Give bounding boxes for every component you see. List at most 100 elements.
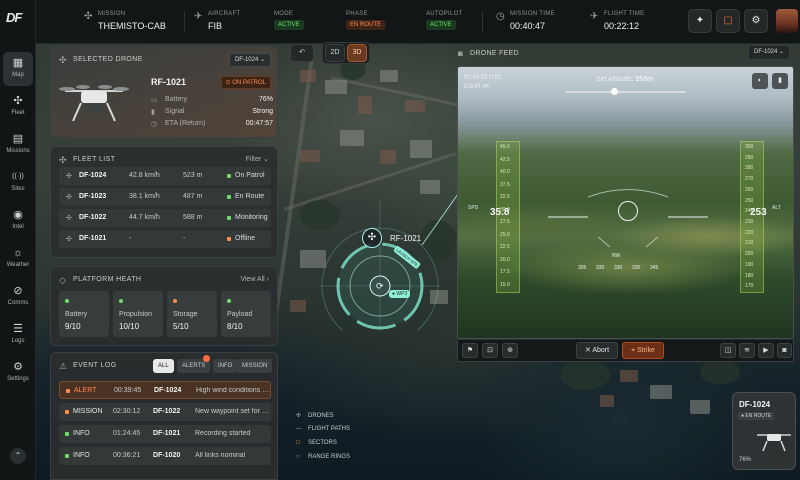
battery-icon: ▭ [151,97,158,104]
drone-icon: ✣ [59,155,67,165]
flag-icon: ⚑ [466,347,474,354]
metric-payload[interactable]: Payload 8/10 [221,291,271,337]
feed-toolbar: ⚑ ⊡ ⊕ ✕ Abort ⌖ Strike ◫ ≋ ▶ ◙ [457,340,794,362]
status-dot [173,299,177,303]
drone-icon: ✣ [66,236,72,243]
metric-storage[interactable]: Storage 5/10 [167,291,217,337]
list-item[interactable]: ALERT 00:39:45 DF-1024 High wind conditi… [59,381,271,399]
table-row[interactable]: ✣ DF-1024 42.8 km/h 523 m On Patrol [59,167,271,185]
circle-icon: ○ [296,454,300,460]
signal-icon: ▮ [151,109,155,116]
diamond-icon: ◇ [59,275,66,285]
metric-propulsion[interactable]: Propulsion 10/10 [113,291,163,337]
sparkle-icon: ✦ [695,15,705,26]
eta-row: ◷ ETA (Return) 00:47:57 [151,120,273,128]
drone-image [757,434,791,452]
compass-icon: ⊘ [13,285,23,297]
drone-marker[interactable]: ✣ [362,228,382,248]
sidebar-item-settings[interactable]: ⚙ Settings [3,356,33,390]
thermal-button[interactable]: ≋ [739,343,755,358]
tape-tick-label: 45.0 [500,144,510,150]
notification-dot [203,355,210,362]
abort-button[interactable]: ✕ Abort [576,342,618,359]
metric-battery[interactable]: Battery 9/10 [59,291,109,337]
view-2d-button[interactable]: 2D [325,44,345,62]
list-item[interactable]: INFO 00:36:21 DF-1020 All links nominal [59,447,271,465]
drone-icon: ✣ [66,194,72,201]
alerts-button[interactable]: ▢ [716,9,740,33]
list-item[interactable]: INFO 01:24:45 DF-1021 Recording started [59,425,271,443]
sidebar-item-weather[interactable]: ☼ Weather [3,242,33,276]
avatar[interactable] [776,9,798,33]
capture-button[interactable]: ⊡ [482,343,498,358]
status-dot [66,389,70,393]
feed-drone-dropdown[interactable]: DF-1024 ⌄ [748,45,791,60]
app-logo[interactable]: DF [6,10,22,25]
drone-image [59,85,129,122]
tab-all[interactable]: ALL [153,359,174,373]
mode-badge: ACTIVE [274,20,304,30]
heading-tick-label: 345 [650,265,659,271]
chevron-up-icon: ⌃ [14,451,22,460]
add-marker-button[interactable]: ⊕ [502,343,518,358]
drone-name: RF-1021 [151,77,187,87]
altitude-label: ALT [772,205,781,211]
signal-row: ▮ Signal Strong [151,108,273,116]
ai-assist-button[interactable]: ✦ [688,9,712,33]
snapshot-button[interactable]: ◙ [777,343,792,358]
split-view-button[interactable]: ◫ [720,343,736,358]
sidebar-item-intel[interactable]: ◉ Intel [3,204,33,238]
waypoint-badge[interactable]: ● WP3 [389,290,411,298]
tab-mission[interactable]: MISSION [237,359,273,373]
collapse-sidebar-button[interactable]: ⌃ [10,448,26,464]
toggle-overlay-button[interactable]: ◐ [752,73,768,89]
tape-tick-label: 20.0 [500,256,510,263]
list-item[interactable]: MISSION 02:30:12 DF-1022 New waypoint se… [59,403,271,421]
chevron-down-icon: ⌄ [259,57,265,63]
altitude-slider-thumb[interactable] [611,88,618,95]
filter-button[interactable]: Filter ⌄ [246,155,269,163]
sidebar-item-sites[interactable]: ((·)) Sites [3,166,33,200]
status-dot [65,432,69,436]
legend-drones[interactable]: ✣ DRONES [296,412,334,419]
tape-tick-label: 250 [745,197,754,204]
mini-drone-card[interactable]: DF-1024 ● EN ROUTE 76% [732,392,796,470]
drone-feed-video[interactable]: 02:40:52 UTC EO/IR 4K Set Altitude: 253m… [457,66,794,339]
record-button[interactable]: ▶ [758,343,774,358]
video-icon: ▶ [763,347,769,354]
drone-select-dropdown[interactable]: DF-1024 ⌄ [228,53,271,67]
flag-button[interactable]: ⚑ [462,343,478,358]
tape-tick-label: 300 [745,144,754,150]
status-dot [227,216,231,220]
legend-range-rings[interactable]: ○ RANGE RINGS [296,454,350,460]
settings-button[interactable]: ⚙ [744,9,768,33]
legend-sectors[interactable]: □ SECTORS [296,440,337,446]
sidebar-item-missions[interactable]: ▤ Missions [3,128,33,162]
camera-icon: ◙ [458,49,463,58]
sidebar-item-map[interactable]: ▦ Map [3,52,33,86]
table-row[interactable]: ✣ DF-1023 38.1 km/h 487 m En Route [59,188,271,206]
table-row[interactable]: ✣ DF-1021 - - Offline [59,230,271,248]
clock-icon: ◷ [151,121,158,128]
status-dot [65,454,69,458]
sidebar-item-logs[interactable]: ☰ Logs [3,318,33,352]
altitude-slider-track[interactable] [566,91,686,93]
tape-tick-label: 260 [745,186,754,193]
table-row[interactable]: ✣ DF-1022 44.7 km/h 588 m Monitoring [59,209,271,227]
strike-button[interactable]: ⌖ Strike [622,342,664,359]
tab-info[interactable]: INFO [213,359,238,373]
undo-button[interactable]: ↶ [290,44,314,62]
sidebar-item-comms[interactable]: ⊘ Comms [3,280,33,314]
mission-time: 00:40:47 [510,21,546,31]
legend-flight-paths[interactable]: --- FLIGHT PATHS [296,426,350,432]
sidebar-item-fleet[interactable]: ✣ Fleet [3,90,33,124]
phase-badge: EN ROUTE [346,20,386,30]
thermal-icon: ≋ [744,347,750,354]
selected-drone-card: ✣ SELECTED DRONE DF-1024 ⌄ RF-1021 ⊙ ON … [50,46,278,138]
view-all-link[interactable]: View All › [240,276,269,283]
speed-value: 35.8 [490,207,510,218]
event-log-card: ⚠ EVENT LOG ALL ALERTS INFO MISSION ALER… [50,352,278,480]
signal-button[interactable]: ▮ [772,73,788,89]
view-3d-button[interactable]: 3D [347,44,367,62]
gear-icon: ⚙ [13,361,23,373]
